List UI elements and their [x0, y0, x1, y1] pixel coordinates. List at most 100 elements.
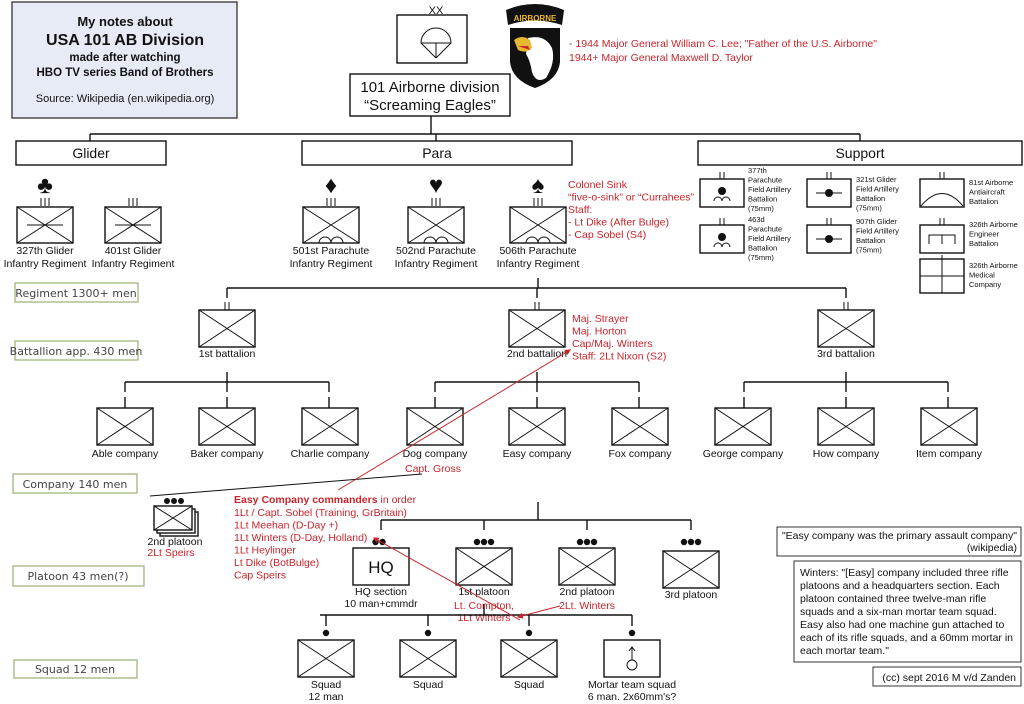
winters-quote-line: platoon contained three twelve-man rifle: [800, 593, 986, 605]
support-unit-6: 326th AirborneMedicalCompany: [919, 255, 1018, 294]
regiment-506-note: “five-o-sink” or “Currahees”: [568, 192, 695, 204]
battalions: 1st battalion 2nd battalion 3rd battalion: [124, 302, 949, 408]
battalion-3: 3rd battalion: [743, 302, 949, 408]
size-label-regiment: Regiment 1300+ men: [14, 282, 139, 303]
support-unit-label: Field Artillery: [856, 185, 899, 194]
company-label: Dog company: [403, 448, 469, 460]
regiment-506-note: Staff:: [568, 204, 592, 216]
regiment-type: Infantry Regiment: [290, 258, 373, 270]
regiment-type: Infantry Regiment: [4, 258, 87, 270]
division-name-box: 101 Airborne division “Screaming Eagles”: [349, 73, 511, 117]
company-2: Charlie company: [291, 407, 370, 460]
company-3: Dog company: [403, 407, 469, 460]
regiment-name: 401st Glider: [105, 245, 162, 257]
battalion-2-note: Maj. Horton: [572, 326, 626, 338]
company-symbol: [508, 407, 566, 446]
battalion-2-note: Staff: 2Lt Nixon (S2): [572, 351, 666, 363]
battalion-2-notes: Maj. StrayerMaj. HortonCap/Maj. WintersS…: [572, 313, 666, 363]
company-1: Baker company: [191, 407, 265, 460]
easy-commander: 1Lt Meehan (D-Day +): [234, 520, 338, 532]
dog-2nd-platoon: 2nd platoon 2Lt Speirs: [147, 498, 203, 559]
easy-commander: Cap Speirs: [234, 570, 286, 582]
support-unit-2: 321st GliderField ArtilleryBattalion(75m…: [806, 172, 899, 213]
hq-symbol-text: HQ: [368, 558, 394, 577]
svg-text:(cc) sept 2016 M v/d Zanden: (cc) sept 2016 M v/d Zanden: [882, 672, 1016, 684]
battalion-label: 3rd battalion: [817, 348, 875, 360]
company-label: George company: [703, 448, 784, 460]
regiment-2: ♦ 501st ParachuteInfantry Regiment: [290, 172, 373, 270]
platoon-symbol: [455, 547, 513, 586]
battalion-2-note: Maj. Strayer: [572, 313, 629, 325]
platoon-note: 2Lt. Winters: [559, 600, 615, 612]
regiment-symbol: [302, 206, 360, 244]
regiment-symbol: [407, 206, 465, 244]
company-label: Item company: [916, 448, 983, 460]
title-line-3: made after watching: [69, 52, 180, 64]
glider-group-header: Glider: [15, 140, 167, 166]
support-unit-0: 377thParachuteField ArtilleryBattalion(7…: [699, 166, 791, 213]
platoon-3: 3rd platoon: [662, 538, 720, 601]
support-unit-label: Battalion: [748, 195, 777, 204]
squad-sub: 6 man. 2x60mm's?: [588, 691, 677, 703]
credit-box: (cc) sept 2016 M v/d Zanden: [872, 666, 1022, 687]
support-unit-label: Engineer: [969, 230, 1000, 239]
company-symbol: [714, 407, 772, 446]
size-label-battalion: Battallion app. 430 men: [10, 340, 143, 361]
svg-text:(wikipedia): (wikipedia): [967, 542, 1017, 554]
division-commander-1: - 1944 Major General William C. Lee; "Fa…: [569, 38, 877, 50]
regiment-3: ♥ 502nd ParachuteInfantry Regiment: [395, 172, 478, 270]
regiment-506-notes: Colonel Sink“five-o-sink” or “Currahees”…: [568, 179, 695, 241]
platoon-label: HQ section: [355, 586, 407, 598]
support-unit-label: Parachute: [748, 176, 782, 185]
support-unit-label: 377th: [748, 166, 767, 175]
support-unit-label: Battalion: [748, 244, 777, 253]
platoon-symbol: [558, 547, 616, 586]
para-group-header: Para: [301, 140, 573, 166]
org-chart: My notes about USA 101 AB Division made …: [4, 1, 1023, 703]
company-label: Baker company: [191, 448, 265, 460]
squad-label: Squad: [514, 679, 545, 691]
support-unit-label: Battalion: [856, 236, 885, 245]
squad-symbol: [399, 639, 457, 678]
svg-text:Para: Para: [422, 145, 452, 161]
company-6: George company: [703, 407, 784, 460]
svg-text:Company 140 men: Company 140 men: [23, 478, 128, 491]
quote-box: "Easy company was the primary assault co…: [776, 526, 1022, 557]
battalion-symbol: [198, 309, 256, 348]
division-symbol: XX: [396, 5, 468, 64]
platoons: HQHQ section10 man+cmmdr1st platoonLt. C…: [344, 538, 720, 624]
svg-text:Battallion app. 430 men: Battallion app. 430 men: [10, 345, 143, 358]
size-label-company: Company 140 men: [12, 473, 138, 494]
company-5: Fox company: [608, 407, 672, 460]
battalion-1: 1st battalion: [124, 302, 330, 408]
platoon-sub: 10 man+cmmdr: [344, 598, 418, 610]
company-symbol: [198, 407, 256, 446]
support-unit-label: Field Artillery: [748, 234, 791, 243]
easy-commander: Lt Dike (BotBulge): [234, 557, 319, 569]
svg-text:Squad 12 men: Squad 12 men: [35, 663, 115, 676]
regiment-type: Infantry Regiment: [497, 258, 580, 270]
support-unit-label: Battalion: [856, 194, 885, 203]
platoon-2: 2nd platoon 2Lt. Winters: [558, 538, 616, 612]
support-unit-label: 463d: [748, 215, 765, 224]
svg-text:Glider: Glider: [72, 145, 110, 161]
company-symbol: [611, 407, 669, 446]
support-unit-label: 81st Airborne: [969, 178, 1013, 187]
platoon-label: 3rd platoon: [665, 589, 718, 601]
winters-quote-line: Winters: "[Easy] company included three …: [800, 567, 1009, 579]
division-commander-2: 1944+ Major General Maxwell D. Taylor: [569, 52, 753, 64]
support-unit-label: Company: [969, 280, 1001, 289]
support-group-header: Support: [697, 140, 1023, 166]
size-label-platoon: Platoon 43 men(?): [12, 565, 145, 587]
squad-1: Squad: [399, 629, 457, 691]
title-source: Source: Wikipedia (en.wikipedia.org): [36, 93, 215, 105]
support-unit-label: Battalion: [969, 197, 998, 206]
squad-label: Mortar team squad: [588, 679, 676, 691]
company-symbol: [817, 407, 875, 446]
dog-company-note: Capt. Gross: [405, 463, 461, 475]
support-unit-1: 463dParachuteField ArtilleryBattalion(75…: [699, 215, 791, 262]
regiment-name: 502nd Parachute: [396, 245, 476, 257]
easy-commanders-heading: Easy Company commanders in order: [234, 494, 417, 506]
card-suit-icon: ♣: [37, 172, 53, 199]
company-7: How company: [813, 407, 880, 460]
